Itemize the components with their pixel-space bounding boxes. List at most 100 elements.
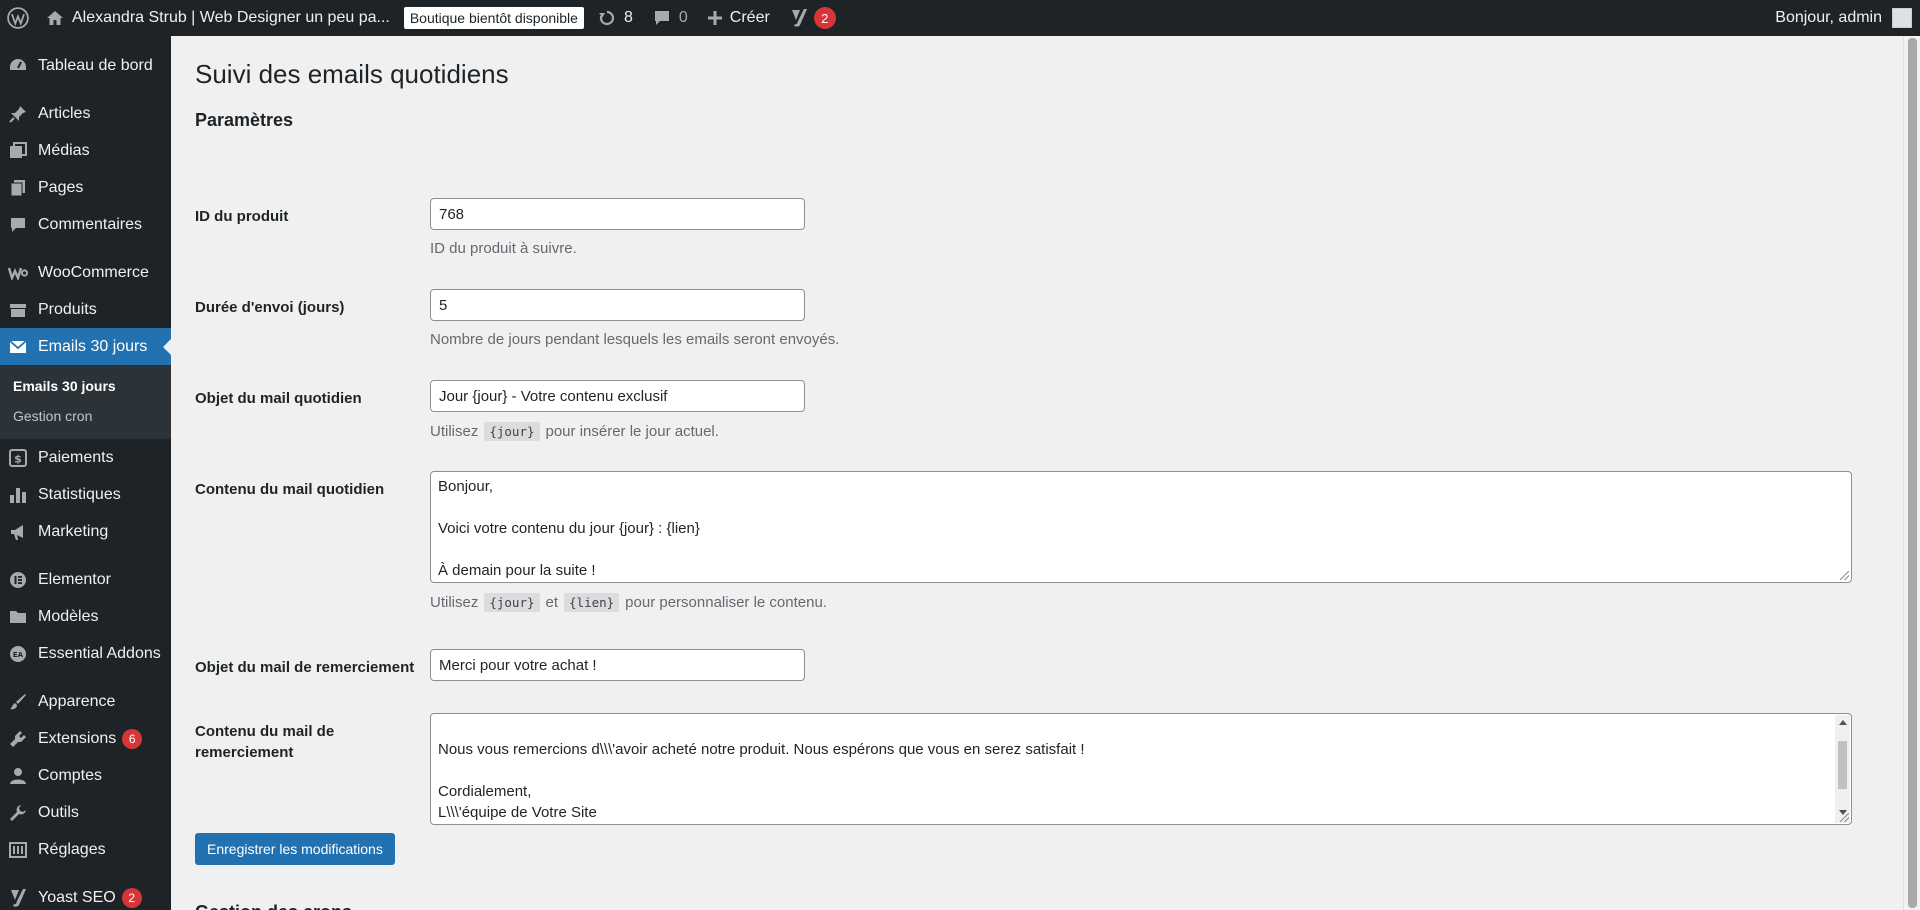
comments-count: 0 [678,9,688,26]
yoast-adminbar-link[interactable]: 2 [780,0,846,36]
sidebar-item-yoast-seo[interactable]: Yoast SEO 2 [0,879,171,910]
daily-content-field-wrap: Bonjour, Voici votre contenu du jour {jo… [430,471,1852,612]
page-scrollbar-thumb[interactable] [1908,38,1917,908]
sidebar-item-elementor[interactable]: Elementor [0,561,171,598]
pin-icon [8,104,28,124]
sidebar-item-extensions[interactable]: Extensions 6 [0,720,171,757]
sidebar-item-marketing[interactable]: Marketing [0,513,171,550]
daily-subject-label: Objet du mail quotidien [195,390,362,407]
thanks-content-field-wrap: Nous vous remercions d\\\'avoir acheté n… [430,713,1852,825]
resize-handle-icon[interactable] [1840,813,1849,822]
resize-handle-icon[interactable] [1840,571,1849,580]
account-menu[interactable]: Bonjour, admin [1775,8,1920,28]
placeholder-code-lien: {lien} [564,593,620,612]
product-id-input[interactable]: 768 [430,198,805,230]
sidebar-item-medias[interactable]: Médias [0,132,171,169]
elementor-icon [8,570,28,590]
email-icon [8,337,28,357]
placeholder-code-jour: {jour} [484,422,540,441]
page-title: Suivi des emails quotidiens [195,59,509,89]
daily-subject-field-wrap: Jour {jour} - Votre contenu exclusif Uti… [430,380,805,441]
sidebar-item-essential-addons[interactable]: EA Essential Addons [0,635,171,672]
updates-link[interactable]: 8 [588,0,643,36]
save-changes-button[interactable]: Enregistrer les modifications [195,833,395,865]
scroll-up-arrow-icon[interactable] [1839,720,1847,725]
site-name: Alexandra Strub | Web Designer un peu pa… [72,9,390,26]
dashboard-icon [8,56,28,76]
sidebar-item-modeles[interactable]: Modèles [0,598,171,635]
sidebar-item-commentaires[interactable]: Commentaires [0,206,171,243]
thanks-subject-field-wrap: Merci pour votre achat ! [430,649,805,681]
comment-bubble-icon [653,9,671,27]
sidebar-item-articles[interactable]: Articles [0,95,171,132]
payments-icon: $ [8,448,28,468]
sidebar-item-comptes[interactable]: Comptes [0,757,171,794]
placeholder-code-jour: {jour} [484,593,540,612]
plugin-icon [8,729,28,749]
updates-icon [598,9,616,27]
sidebar-item-reglages[interactable]: Réglages [0,831,171,868]
thanks-content-label: Contenu du mail de remerciement [195,723,335,761]
avatar [1892,8,1912,28]
yoast-icon [8,888,28,908]
megaphone-icon [8,522,28,542]
admin-bar: Alexandra Strub | Web Designer un peu pa… [0,0,1920,36]
duration-description: Nombre de jours pendant lesquels les ema… [430,331,840,348]
duration-field-wrap: 5 Nombre de jours pendant lesquels les e… [430,289,839,348]
comments-link[interactable]: 0 [643,0,698,36]
sidebar-item-paiements[interactable]: $ Paiements [0,439,171,476]
yoast-icon [790,8,808,28]
daily-content-textarea[interactable]: Bonjour, Voici votre contenu du jour {jo… [430,471,1852,583]
thanks-subject-input[interactable]: Merci pour votre achat ! [430,649,805,681]
wordpress-logo-icon[interactable] [0,0,36,36]
create-label: Créer [729,9,770,26]
page-scrollbar[interactable] [1903,36,1920,910]
pages-icon [8,178,28,198]
sidebar-item-apparence[interactable]: Apparence [0,683,171,720]
sidebar-item-statistiques[interactable]: Statistiques [0,476,171,513]
submenu-emails: Emails 30 jours Gestion cron [0,365,171,439]
sidebar-item-dashboard[interactable]: Tableau de bord [0,47,171,84]
sidebar-item-pages[interactable]: Pages [0,169,171,206]
sidebar-item-outils[interactable]: Outils [0,794,171,831]
daily-subject-description: Utilisez {jour} pour insérer le jour act… [430,422,719,441]
main-content: Suivi des emails quotidiens Paramètres I… [171,36,1920,910]
site-name-link[interactable]: Alexandra Strub | Web Designer un peu pa… [36,0,400,36]
media-icon [8,141,28,161]
settings-icon [8,840,28,860]
store-status-badge[interactable]: Boutique bientôt disponible [403,7,584,29]
daily-content-description: Utilisez {jour} et {lien} pour personnal… [430,593,827,612]
section-title-gestion-crons: Gestion des crons [195,902,352,910]
home-icon [46,10,64,26]
sidebar-item-woocommerce[interactable]: WooCommerce [0,254,171,291]
user-icon [8,766,28,786]
submenu-item-emails-30-jours[interactable]: Emails 30 jours [0,371,171,401]
thanks-subject-label: Objet du mail de remerciement [195,659,415,676]
svg-text:$: $ [14,452,22,465]
updates-count: 8 [623,9,633,26]
daily-content-label: Contenu du mail quotidien [195,481,385,498]
archive-icon [8,300,28,320]
submenu-item-gestion-cron[interactable]: Gestion cron [0,401,171,431]
section-title-parametres: Paramètres [195,110,294,130]
comment-icon [8,215,28,235]
product-id-label: ID du produit [195,208,289,225]
wrench-icon [8,803,28,823]
svg-text:EA: EA [13,651,24,659]
sidebar-item-produits[interactable]: Produits [0,291,171,328]
daily-subject-input[interactable]: Jour {jour} - Votre contenu exclusif [430,380,805,412]
duration-input[interactable]: 5 [430,289,805,321]
yoast-notification-badge: 2 [121,887,142,908]
scrollbar-thumb[interactable] [1838,741,1847,789]
plus-icon [707,11,722,25]
woocommerce-icon [8,263,28,283]
sidebar-item-emails-30-jours[interactable]: Emails 30 jours [0,328,171,365]
thanks-content-textarea[interactable]: Nous vous remercions d\\\'avoir acheté n… [430,713,1852,825]
create-new-link[interactable]: Créer [698,0,780,36]
textarea-scrollbar[interactable] [1835,715,1850,823]
extensions-update-badge: 6 [122,728,143,749]
product-id-field-wrap: 768 ID du produit à suivre. [430,198,805,257]
brush-icon [8,692,28,712]
admin-sidebar: Tableau de bord Articles Médias Pages Co… [0,36,171,910]
folder-icon [8,607,28,627]
